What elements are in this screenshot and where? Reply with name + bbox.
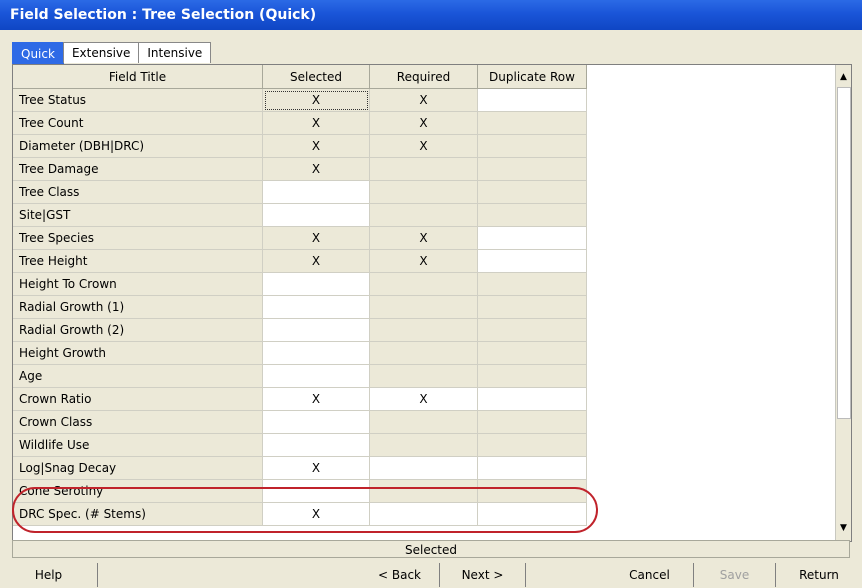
duplicate-row-cell[interactable] xyxy=(478,319,587,342)
field-title-cell: Tree Damage xyxy=(13,158,263,181)
duplicate-row-cell[interactable] xyxy=(478,365,587,388)
field-title-cell: Tree Status xyxy=(13,89,263,112)
field-title-cell: Cone Serotiny xyxy=(13,480,263,503)
required-cell[interactable] xyxy=(370,365,478,388)
field-title-cell: Age xyxy=(13,365,263,388)
field-title-cell: Diameter (DBH|DRC) xyxy=(13,135,263,158)
column-header-field-title[interactable]: Field Title xyxy=(13,65,263,89)
duplicate-row-cell[interactable] xyxy=(478,296,587,319)
field-title-cell: Tree Height xyxy=(13,250,263,273)
selected-cell[interactable] xyxy=(263,296,370,319)
duplicate-row-cell[interactable] xyxy=(478,89,587,112)
duplicate-row-cell[interactable] xyxy=(478,411,587,434)
back-button[interactable]: < Back xyxy=(360,563,440,587)
required-cell[interactable]: X xyxy=(370,89,478,112)
vertical-scrollbar[interactable]: ▲ ▼ xyxy=(835,65,851,541)
selected-cell[interactable] xyxy=(263,365,370,388)
required-cell[interactable] xyxy=(370,319,478,342)
required-cell[interactable]: X xyxy=(370,388,478,411)
selected-cell[interactable] xyxy=(263,342,370,365)
required-cell[interactable] xyxy=(370,480,478,503)
field-title-cell: Log|Snag Decay xyxy=(13,457,263,480)
empty-header-area xyxy=(587,65,836,89)
selected-cell[interactable] xyxy=(263,480,370,503)
selected-cell[interactable]: X xyxy=(263,112,370,135)
column-header-required[interactable]: Required xyxy=(370,65,478,89)
help-button[interactable]: Help xyxy=(0,563,98,587)
required-cell[interactable]: X xyxy=(370,227,478,250)
field-title-cell: DRC Spec. (# Stems) xyxy=(13,503,263,526)
duplicate-row-cell[interactable] xyxy=(478,342,587,365)
return-button[interactable]: Return xyxy=(776,563,862,587)
selected-cell[interactable]: X xyxy=(263,503,370,526)
required-cell[interactable] xyxy=(370,296,478,319)
selected-cell[interactable]: X xyxy=(263,158,370,181)
field-title-cell: Tree Species xyxy=(13,227,263,250)
selected-cell[interactable] xyxy=(263,181,370,204)
duplicate-row-cell[interactable] xyxy=(478,250,587,273)
field-selection-window: Field Selection : Tree Selection (Quick)… xyxy=(0,0,862,588)
selected-cell[interactable]: X xyxy=(263,227,370,250)
tab-extensive[interactable]: Extensive xyxy=(62,42,140,63)
duplicate-row-cell[interactable] xyxy=(478,273,587,296)
selected-cell[interactable] xyxy=(263,204,370,227)
duplicate-row-cell[interactable] xyxy=(478,135,587,158)
field-title-cell: Site|GST xyxy=(13,204,263,227)
required-cell[interactable] xyxy=(370,273,478,296)
status-bar: Selected xyxy=(12,540,850,558)
duplicate-row-cell[interactable] xyxy=(478,112,587,135)
field-title-cell: Radial Growth (2) xyxy=(13,319,263,342)
required-cell[interactable] xyxy=(370,204,478,227)
selected-cell[interactable] xyxy=(263,319,370,342)
duplicate-row-cell[interactable] xyxy=(478,204,587,227)
field-grid[interactable]: Field Title Selected Required Duplicate … xyxy=(12,64,852,542)
required-cell[interactable] xyxy=(370,181,478,204)
field-title-cell: Tree Class xyxy=(13,181,263,204)
required-cell[interactable] xyxy=(370,411,478,434)
cancel-button[interactable]: Cancel xyxy=(606,563,694,587)
required-cell[interactable] xyxy=(370,503,478,526)
tab-intensive[interactable]: Intensive xyxy=(138,42,212,63)
required-cell[interactable] xyxy=(370,434,478,457)
required-cell[interactable]: X xyxy=(370,250,478,273)
duplicate-row-cell[interactable] xyxy=(478,181,587,204)
field-title-cell: Radial Growth (1) xyxy=(13,296,263,319)
duplicate-row-cell[interactable] xyxy=(478,227,587,250)
field-title-cell: Tree Count xyxy=(13,112,263,135)
selected-cell[interactable]: X xyxy=(263,135,370,158)
next-button[interactable]: Next > xyxy=(440,563,526,587)
column-header-selected[interactable]: Selected xyxy=(263,65,370,89)
required-cell[interactable] xyxy=(370,158,478,181)
selected-cell[interactable] xyxy=(263,434,370,457)
field-title-cell: Crown Ratio xyxy=(13,388,263,411)
scrollbar-thumb[interactable] xyxy=(837,87,851,419)
field-title-cell: Wildlife Use xyxy=(13,434,263,457)
duplicate-row-cell[interactable] xyxy=(478,158,587,181)
scroll-up-arrow-icon[interactable]: ▲ xyxy=(836,70,851,85)
duplicate-row-cell[interactable] xyxy=(478,457,587,480)
selected-cell[interactable]: X xyxy=(263,388,370,411)
required-cell[interactable]: X xyxy=(370,112,478,135)
required-cell[interactable] xyxy=(370,457,478,480)
duplicate-row-cell[interactable] xyxy=(478,434,587,457)
selected-cell[interactable] xyxy=(263,273,370,296)
window-title: Field Selection : Tree Selection (Quick) xyxy=(0,0,862,30)
selected-cell[interactable]: X xyxy=(263,89,370,112)
field-title-cell: Crown Class xyxy=(13,411,263,434)
duplicate-row-cell[interactable] xyxy=(478,503,587,526)
duplicate-row-cell[interactable] xyxy=(478,388,587,411)
field-title-cell: Height Growth xyxy=(13,342,263,365)
selected-cell[interactable] xyxy=(263,411,370,434)
save-button[interactable]: Save xyxy=(694,563,776,587)
tab-quick[interactable]: Quick xyxy=(12,42,64,65)
field-title-cell: Height To Crown xyxy=(13,273,263,296)
required-cell[interactable]: X xyxy=(370,135,478,158)
scroll-down-arrow-icon[interactable]: ▼ xyxy=(836,521,851,536)
required-cell[interactable] xyxy=(370,342,478,365)
tab-strip: Quick Extensive Intensive xyxy=(12,42,212,65)
duplicate-row-cell[interactable] xyxy=(478,480,587,503)
selected-cell[interactable]: X xyxy=(263,457,370,480)
selected-cell[interactable]: X xyxy=(263,250,370,273)
column-header-duplicate-row[interactable]: Duplicate Row xyxy=(478,65,587,89)
